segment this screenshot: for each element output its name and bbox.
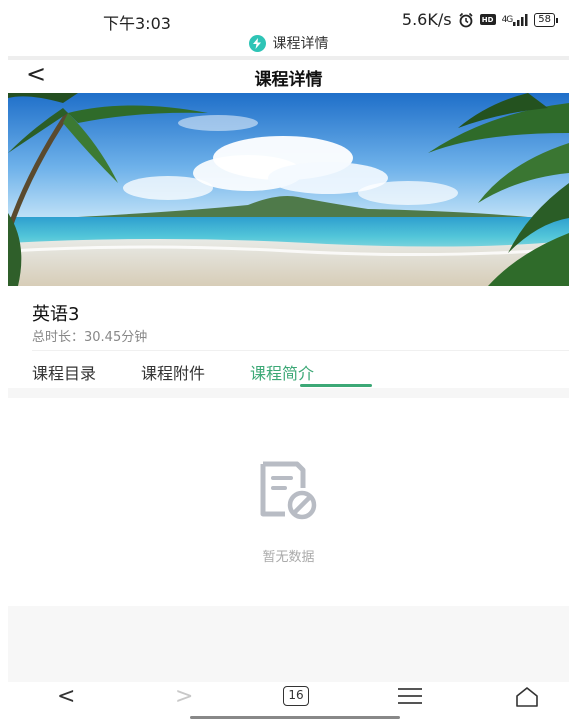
nav-bar: < 课程详情 [8,60,569,92]
signal-icon: 4G [501,13,529,26]
section-divider [8,388,569,398]
lightning-icon [248,34,266,52]
tabs-count-button[interactable]: 16 [283,686,309,706]
empty-state-text: 暂无数据 [262,550,315,565]
app-label-text: 课程详情 [272,36,329,52]
status-indicators: 5.6K/s HD 4G 58 [401,10,558,29]
menu-icon[interactable] [398,688,422,709]
course-title: 英语3 [32,304,80,325]
status-bar: 下午3:03 5.6K/s HD 4G 58 [0,0,577,36]
page-title: 课程详情 [254,70,323,90]
footer-area [8,606,569,682]
course-banner-image [8,93,569,286]
course-duration: 总时长：30.45分钟 [32,330,148,345]
alarm-icon [458,12,474,28]
status-time: 下午3:03 [103,14,171,33]
empty-state [0,460,577,524]
browser-back-icon[interactable]: < [57,684,75,709]
app-label: 课程详情 [0,33,577,53]
hd-badge-icon: HD [479,14,496,25]
network-speed: 5.6K/s [401,10,452,29]
battery-icon: 58 [534,12,558,27]
no-data-document-icon [257,460,321,524]
home-indicator[interactable] [190,716,400,719]
tab-attachments[interactable]: 课程附件 [141,360,205,390]
signal-label: 4G [501,14,514,25]
tab-catalog[interactable]: 课程目录 [32,360,96,390]
home-icon[interactable] [514,686,540,714]
browser-forward-icon[interactable]: > [175,684,193,709]
info-divider [32,350,569,351]
system-nav-bar: < > 16 [0,682,577,720]
active-tab-indicator [300,384,372,387]
